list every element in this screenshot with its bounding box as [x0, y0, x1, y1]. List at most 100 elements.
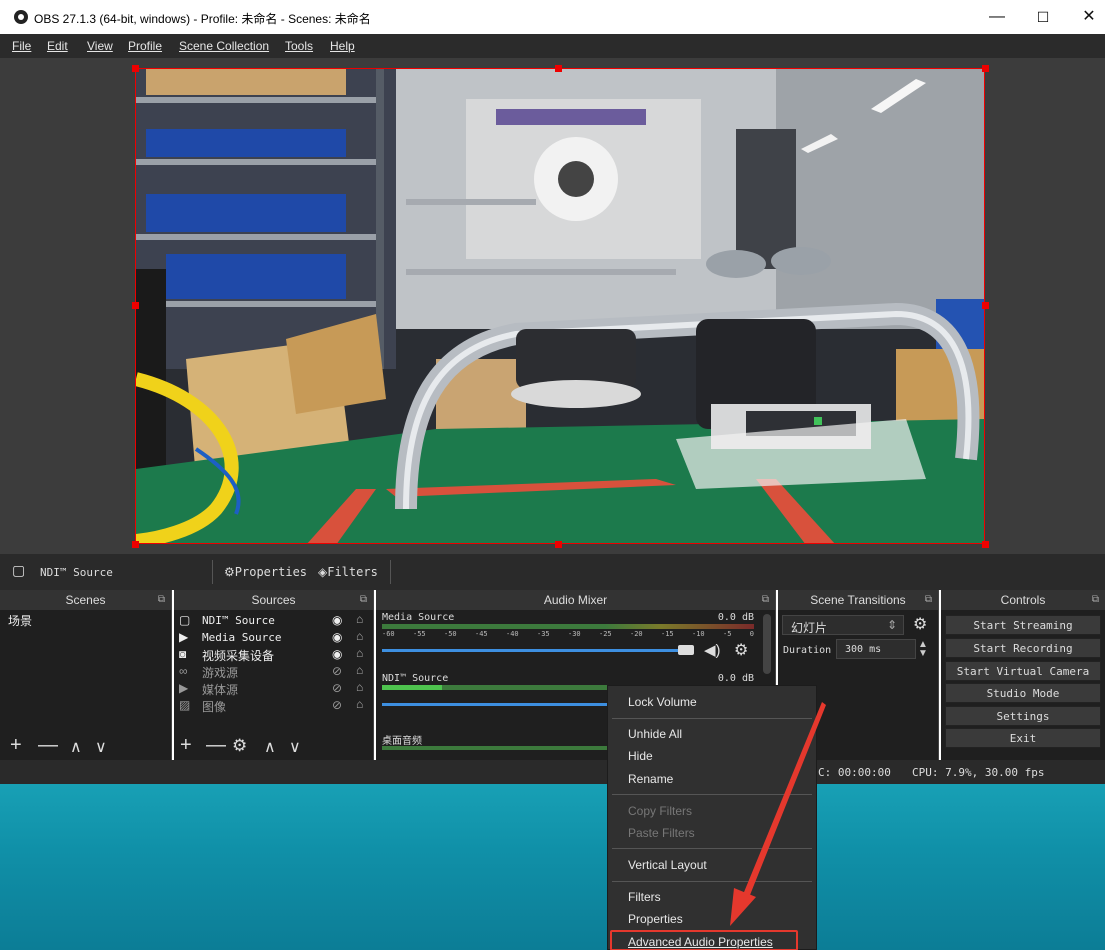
volume-slider[interactable]	[382, 649, 682, 652]
popout-icon[interactable]: ⧉	[158, 590, 165, 610]
scenes-footer: + — ∧ ∨	[0, 732, 171, 760]
filter-icon: ◈	[318, 565, 328, 579]
popout-icon[interactable]: ⧉	[1092, 590, 1099, 610]
gear-icon[interactable]: ⚙	[734, 640, 748, 660]
move-up-icon[interactable]: ∧	[70, 737, 82, 757]
resize-handle[interactable]	[132, 65, 139, 72]
transition-select[interactable]: 幻灯片 ⇕	[782, 615, 904, 635]
lock-icon[interactable]: ⌂	[356, 663, 363, 677]
menu-item-properties[interactable]: Properties	[628, 912, 683, 926]
resize-handle[interactable]	[555, 541, 562, 548]
resize-handle[interactable]	[132, 541, 139, 548]
gear-icon[interactable]: ⚙	[232, 736, 247, 756]
duration-label: Duration	[783, 645, 832, 656]
eye-icon[interactable]: ◉	[332, 647, 342, 661]
lock-icon[interactable]: ⌂	[356, 680, 363, 694]
source-item[interactable]: ◙ 视频采集设备 ◉ ⌂	[174, 646, 373, 664]
lock-icon[interactable]: ⌂	[356, 646, 363, 660]
popout-icon[interactable]: ⧉	[925, 590, 932, 610]
volume-slider-handle[interactable]	[678, 645, 694, 655]
start-streaming-button[interactable]: Start Streaming	[945, 615, 1101, 635]
lock-icon[interactable]: ⌂	[356, 697, 363, 711]
resize-handle[interactable]	[982, 65, 989, 72]
menu-view[interactable]: View	[87, 39, 113, 53]
scale-label: -15	[661, 630, 674, 638]
resize-handle[interactable]	[132, 302, 139, 309]
spin-arrows-icon[interactable]: ▲ ▼	[918, 640, 928, 659]
source-item[interactable]: ▶ 媒体源 ⊘ ⌂	[174, 680, 373, 698]
scale-label: -20	[630, 630, 643, 638]
move-down-icon[interactable]: ∨	[95, 737, 107, 757]
add-icon[interactable]: +	[180, 734, 192, 757]
eye-hidden-icon[interactable]: ⊘	[332, 698, 342, 712]
sources-title: Sources	[251, 593, 296, 607]
image-icon: ▨	[179, 698, 191, 712]
duration-spinbox[interactable]: 300 ms	[836, 639, 916, 659]
scene-transitions-title: Scene Transitions	[810, 593, 906, 607]
camera-feed-image	[136, 69, 984, 543]
properties-button[interactable]: ⚙Properties	[224, 565, 307, 579]
transition-select-value: 幻灯片	[791, 621, 828, 635]
maximize-button[interactable]: ☐	[1028, 6, 1058, 28]
toolbar-separator	[212, 560, 213, 584]
studio-mode-button[interactable]: Studio Mode	[945, 683, 1101, 703]
filters-button[interactable]: ◈Filters	[318, 565, 378, 579]
menu-scene-collection[interactable]: Scene Collection	[179, 39, 269, 53]
channel-name: NDI™ Source	[382, 673, 449, 684]
source-item-label: 视频采集设备	[202, 649, 275, 663]
remove-icon[interactable]: —	[206, 734, 226, 757]
lock-icon[interactable]: ⌂	[356, 612, 363, 626]
preview-area	[0, 58, 1105, 554]
menu-item-hide[interactable]: Hide	[628, 749, 653, 763]
minimize-button[interactable]: —	[982, 6, 1012, 28]
scale-label: 0	[749, 630, 754, 638]
menu-item-advanced-audio-properties[interactable]: Advanced Audio Properties	[628, 935, 773, 949]
menu-help[interactable]: Help	[330, 39, 355, 53]
menu-item-rename[interactable]: Rename	[628, 772, 673, 786]
remove-icon[interactable]: —	[38, 734, 58, 757]
menu-item-filters[interactable]: Filters	[628, 890, 661, 904]
eye-icon[interactable]: ◉	[332, 630, 342, 644]
menu-bar: File Edit View Profile Scene Collection …	[0, 34, 1105, 58]
sources-dock: Sources ⧉ ▢ NDI™ Source ◉ ⌂ ▶ Media Source ◉ ⌂ …	[174, 590, 374, 760]
menu-item-vertical-layout[interactable]: Vertical Layout	[628, 858, 707, 872]
speaker-icon[interactable]: ◀)	[704, 641, 721, 659]
popout-icon[interactable]: ⧉	[360, 590, 367, 610]
menu-profile[interactable]: Profile	[128, 39, 162, 53]
popout-icon[interactable]: ⧉	[762, 590, 769, 610]
scale-label: -5	[723, 630, 732, 638]
volume-meter-level	[382, 685, 442, 690]
source-item[interactable]: ▨ 图像 ⊘ ⌂	[174, 697, 373, 715]
resize-handle[interactable]	[982, 302, 989, 309]
mixer-scrollbar[interactable]	[763, 614, 771, 674]
toolbar-separator	[390, 560, 391, 584]
move-down-icon[interactable]: ∨	[289, 737, 301, 757]
resize-handle[interactable]	[555, 65, 562, 72]
start-recording-button[interactable]: Start Recording	[945, 638, 1101, 658]
menu-edit[interactable]: Edit	[47, 39, 68, 53]
preview-canvas[interactable]	[135, 68, 985, 544]
eye-hidden-icon[interactable]: ⊘	[332, 681, 342, 695]
scale-label: -25	[599, 630, 612, 638]
close-button[interactable]: ✕	[1074, 6, 1104, 28]
start-virtual-camera-button[interactable]: Start Virtual Camera	[945, 661, 1101, 681]
add-icon[interactable]: +	[10, 734, 22, 757]
eye-hidden-icon[interactable]: ⊘	[332, 664, 342, 678]
move-up-icon[interactable]: ∧	[264, 737, 276, 757]
resize-handle[interactable]	[982, 541, 989, 548]
gear-icon[interactable]: ⚙	[913, 614, 927, 634]
menu-file[interactable]: File	[12, 39, 31, 53]
menu-item-lock-volume[interactable]: Lock Volume	[628, 695, 697, 709]
exit-button[interactable]: Exit	[945, 728, 1101, 748]
scene-item[interactable]: 场景	[0, 610, 171, 628]
title-bar: OBS 27.1.3 (64-bit, windows) - Profile: …	[0, 0, 1105, 34]
menu-tools[interactable]: Tools	[285, 39, 313, 53]
source-item[interactable]: ▢ NDI™ Source ◉ ⌂	[174, 612, 373, 630]
menu-item-unhide-all[interactable]: Unhide All	[628, 727, 682, 741]
volume-slider[interactable]	[382, 703, 607, 706]
eye-icon[interactable]: ◉	[332, 613, 342, 627]
source-item[interactable]: ▶ Media Source ◉ ⌂	[174, 629, 373, 647]
lock-icon[interactable]: ⌂	[356, 629, 363, 643]
source-item[interactable]: ∞ 游戏源 ⊘ ⌂	[174, 663, 373, 681]
settings-button[interactable]: Settings	[945, 706, 1101, 726]
